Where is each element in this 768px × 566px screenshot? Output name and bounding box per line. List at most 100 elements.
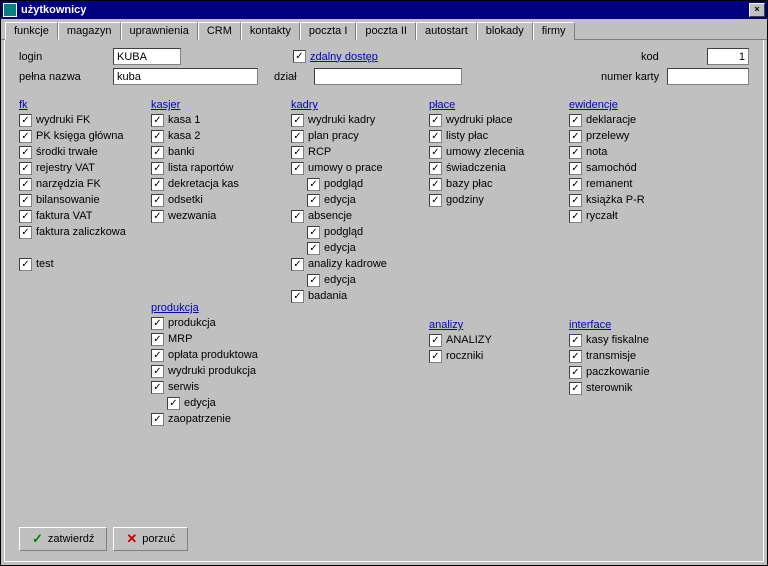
col-ewidencje-interface: ewidencje deklaracje przelewy nota samoc… — [569, 93, 709, 429]
cb[interactable] — [151, 130, 164, 143]
cb[interactable] — [19, 178, 32, 191]
zdalny-checkbox[interactable] — [293, 50, 306, 63]
dzial-input[interactable] — [314, 68, 462, 85]
cb[interactable] — [291, 290, 304, 303]
cb[interactable] — [569, 146, 582, 159]
cb-label: paczkowanie — [586, 366, 650, 379]
cb[interactable] — [291, 210, 304, 223]
cb-label: MRP — [168, 333, 192, 346]
cb[interactable] — [429, 146, 442, 159]
cancel-label: porzuć — [142, 533, 175, 545]
cb[interactable] — [569, 130, 582, 143]
cb[interactable] — [291, 162, 304, 175]
cb[interactable] — [151, 178, 164, 191]
cb[interactable] — [19, 258, 32, 271]
cb[interactable] — [569, 114, 582, 127]
cb[interactable] — [167, 397, 180, 410]
col-kasjer-produkcja: kasjer kasa 1 kasa 2 banki lista raportó… — [151, 93, 291, 429]
cb[interactable] — [307, 242, 320, 255]
cb[interactable] — [307, 194, 320, 207]
close-icon[interactable]: × — [749, 3, 765, 17]
interface-header[interactable]: interface — [569, 319, 709, 331]
cb[interactable] — [19, 114, 32, 127]
cb[interactable] — [569, 178, 582, 191]
cb[interactable] — [429, 162, 442, 175]
cb[interactable] — [429, 334, 442, 347]
cb-label: samochód — [586, 162, 637, 175]
cb[interactable] — [151, 333, 164, 346]
cb[interactable] — [151, 365, 164, 378]
tab-funkcje[interactable]: funkcje — [5, 22, 58, 40]
ewidencje-header[interactable]: ewidencje — [569, 99, 709, 111]
place-header[interactable]: płace — [429, 99, 569, 111]
cb[interactable] — [151, 194, 164, 207]
cb[interactable] — [19, 146, 32, 159]
cb-label: książka P-R — [586, 194, 645, 207]
cb[interactable] — [291, 130, 304, 143]
cb[interactable] — [569, 382, 582, 395]
cb[interactable] — [19, 162, 32, 175]
footer: ✓ zatwierdź ✕ porzuć — [19, 527, 188, 551]
kod-input[interactable] — [707, 48, 749, 65]
login-label: login — [19, 51, 107, 63]
cb-label: odsetki — [168, 194, 203, 207]
cb[interactable] — [429, 350, 442, 363]
zdalny-label[interactable]: zdalny dostęp — [310, 51, 378, 63]
cb[interactable] — [19, 210, 32, 223]
cb[interactable] — [151, 349, 164, 362]
cb[interactable] — [151, 413, 164, 426]
window: użytkownicy × funkcje magazyn uprawnieni… — [0, 0, 768, 566]
cb-label: wydruki produkcja — [168, 365, 256, 378]
cb[interactable] — [291, 114, 304, 127]
cb[interactable] — [429, 114, 442, 127]
login-input[interactable] — [113, 48, 181, 65]
cb[interactable] — [429, 130, 442, 143]
cb[interactable] — [19, 226, 32, 239]
cb[interactable] — [569, 162, 582, 175]
cb[interactable] — [151, 162, 164, 175]
cb[interactable] — [569, 194, 582, 207]
produkcja-header[interactable]: produkcja — [151, 302, 291, 314]
cb[interactable] — [151, 114, 164, 127]
tab-firmy[interactable]: firmy — [533, 22, 575, 40]
tab-magazyn[interactable]: magazyn — [58, 22, 121, 40]
analizy-header[interactable]: analizy — [429, 319, 569, 331]
cancel-button[interactable]: ✕ porzuć — [113, 527, 188, 551]
cb[interactable] — [151, 210, 164, 223]
tab-poczta2[interactable]: poczta II — [356, 22, 416, 40]
cb[interactable] — [569, 366, 582, 379]
fk-header[interactable]: fk — [19, 99, 151, 111]
tab-blokady[interactable]: blokady — [477, 22, 533, 40]
tab-kontakty[interactable]: kontakty — [241, 22, 300, 40]
kasjer-header[interactable]: kasjer — [151, 99, 291, 111]
cb-label: kasy fiskalne — [586, 334, 649, 347]
check-icon: ✓ — [32, 531, 43, 547]
cb[interactable] — [19, 130, 32, 143]
cb[interactable] — [307, 178, 320, 191]
tab-crm[interactable]: CRM — [198, 22, 241, 40]
cb[interactable] — [151, 381, 164, 394]
cb[interactable] — [429, 194, 442, 207]
cb[interactable] — [569, 350, 582, 363]
app-icon — [3, 3, 17, 17]
tab-autostart[interactable]: autostart — [416, 22, 477, 40]
cb[interactable] — [151, 146, 164, 159]
cb[interactable] — [307, 226, 320, 239]
cb[interactable] — [151, 317, 164, 330]
cb[interactable] — [429, 178, 442, 191]
cb[interactable] — [307, 274, 320, 287]
kadry-header[interactable]: kadry — [291, 99, 429, 111]
tab-uprawnienia[interactable]: uprawnienia — [121, 22, 198, 40]
cb[interactable] — [569, 334, 582, 347]
karta-label: numer karty — [601, 71, 661, 83]
ok-button[interactable]: ✓ zatwierdź — [19, 527, 107, 551]
karta-input[interactable] — [667, 68, 749, 85]
cb-label: wydruki płace — [446, 114, 513, 127]
cb[interactable] — [569, 210, 582, 223]
pelna-input[interactable] — [113, 68, 258, 85]
cb-label: listy płac — [446, 130, 488, 143]
tab-poczta1[interactable]: poczta I — [300, 22, 357, 40]
cb[interactable] — [19, 194, 32, 207]
cb[interactable] — [291, 146, 304, 159]
cb[interactable] — [291, 258, 304, 271]
